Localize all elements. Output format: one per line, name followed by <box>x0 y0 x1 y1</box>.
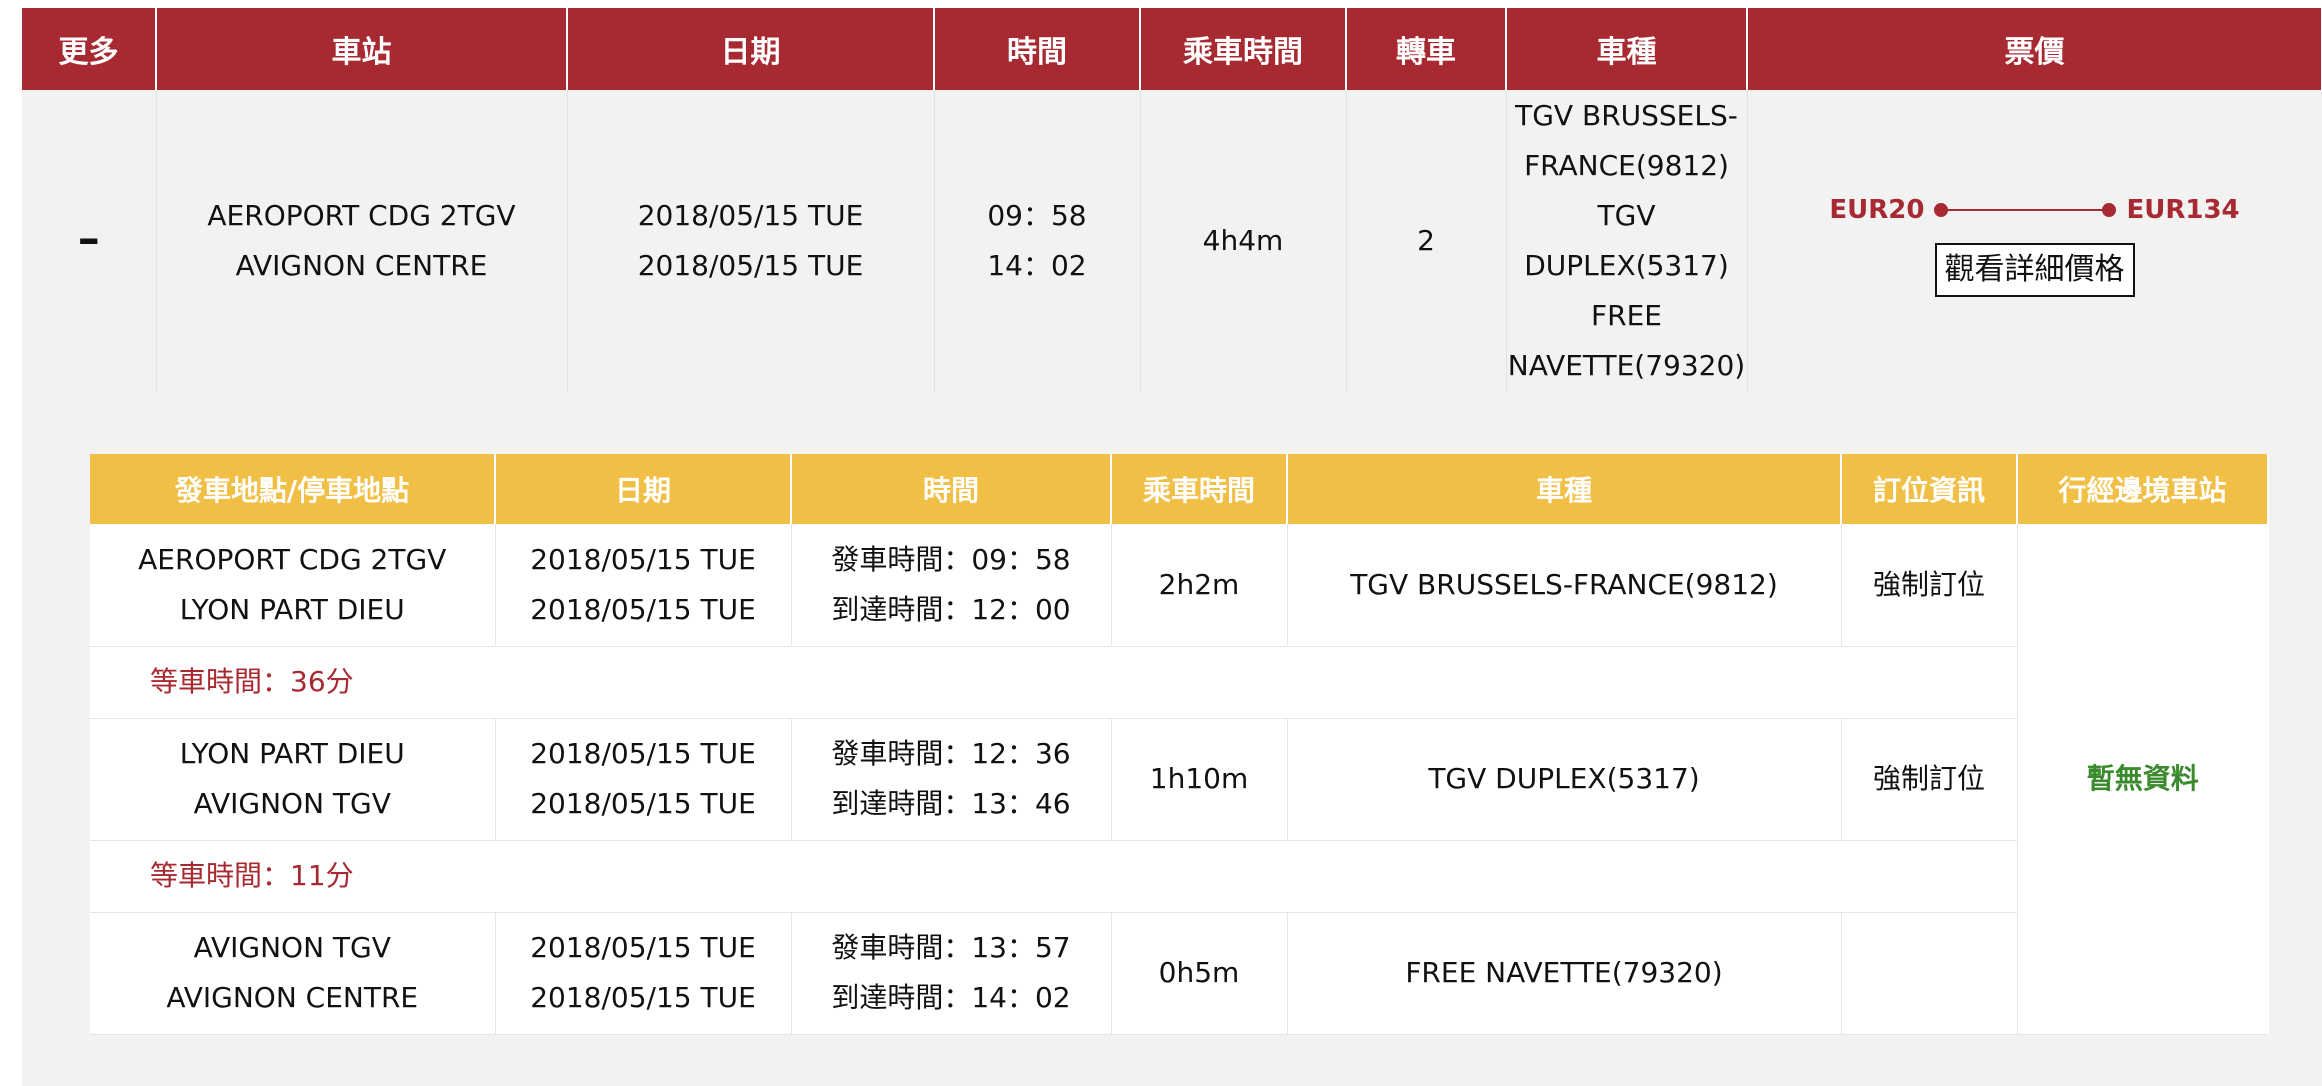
wait-row: 等車時間：11分 <box>90 840 2268 913</box>
fare-cell: EUR20 EUR134 觀看詳細價格 <box>1747 90 2322 392</box>
segment-to: LYON PART DIEU <box>179 592 405 626</box>
header-border-station: 行經邊境車站 <box>2017 454 2269 524</box>
segment-dates: 2018/05/15 TUE 2018/05/15 TUE <box>495 912 792 1035</box>
segment-dates: 2018/05/15 TUE 2018/05/15 TUE <box>495 524 792 647</box>
time-cell: 09：58 14：02 <box>934 90 1141 392</box>
segment-table: 發車地點/停車地點 日期 時間 乘車時間 車種 訂位資訊 行經邊境車站 AERO… <box>90 454 2269 1035</box>
view-fare-details-button[interactable]: 觀看詳細價格 <box>1934 243 2135 297</box>
price-range: EUR20 EUR134 <box>1829 185 2239 235</box>
more-cell: – <box>22 90 157 392</box>
arrival-time: 14：02 <box>987 249 1087 282</box>
header-more: 更多 <box>22 8 157 90</box>
header-duration: 乘車時間 <box>1140 8 1347 90</box>
header-segment-date: 日期 <box>495 454 792 524</box>
price-max: EUR134 <box>2126 195 2240 225</box>
segment-depart-time: 發車時間：12：36 <box>831 737 1071 770</box>
border-station-cell: 暫無資料 <box>2017 524 2268 1035</box>
wait-row: 等車時間：36分 <box>90 646 2268 719</box>
results-header-row: 更多 車站 日期 時間 乘車時間 轉車 車種 票價 <box>22 8 2322 90</box>
header-time: 時間 <box>934 8 1141 90</box>
segment-booking: 強制訂位 <box>1841 718 2018 841</box>
segment-date-arrive: 2018/05/15 TUE <box>530 787 756 820</box>
header-station: 車站 <box>156 8 568 90</box>
segment-row: LYON PART DIEU AVIGNON TGV 2018/05/15 TU… <box>90 718 2268 841</box>
wait-time: 等車時間：11分 <box>90 840 2018 913</box>
segment-arrive-time: 到達時間：13：46 <box>831 787 1071 820</box>
segment-train: TGV BRUSSELS-FRANCE(9812) <box>1287 524 1842 647</box>
price-range-line <box>1934 203 2117 217</box>
header-transfers: 轉車 <box>1346 8 1507 90</box>
segment-duration: 2h2m <box>1111 524 1288 647</box>
results-table: 更多 車站 日期 時間 乘車時間 轉車 車種 票價 – AEROPORT CDG… <box>22 8 2322 392</box>
train-line-1: TGV BRUSSELS- <box>1515 99 1738 132</box>
segment-booking: 強制訂位 <box>1841 524 2018 647</box>
segment-from: AVIGNON TGV <box>193 931 391 964</box>
train-line-2: FRANCE(9812) <box>1524 149 1729 182</box>
departure-date: 2018/05/15 TUE <box>637 199 864 232</box>
segment-date-arrive: 2018/05/15 TUE <box>530 981 756 1014</box>
journey-row: – AEROPORT CDG 2TGV AVIGNON CENTRE 2018/… <box>22 90 2322 392</box>
duration-cell: 4h4m <box>1140 90 1347 392</box>
arrival-date: 2018/05/15 TUE <box>637 249 864 282</box>
segment-arrive-time: 到達時間：12：00 <box>831 592 1071 626</box>
segment-depart-time: 發車時間：13：57 <box>831 931 1071 964</box>
destination-station: AVIGNON CENTRE <box>235 249 488 282</box>
segment-duration: 0h5m <box>1111 912 1288 1035</box>
segment-stations: AVIGNON TGV AVIGNON CENTRE <box>90 912 496 1035</box>
segment-to: AVIGNON CENTRE <box>166 981 419 1014</box>
segment-arrive-time: 到達時間：14：02 <box>831 981 1071 1014</box>
train-line-6: NAVETTE(79320) <box>1507 349 1746 382</box>
segment-times: 發車時間：13：57 到達時間：14：02 <box>791 912 1112 1035</box>
segment-header-row: 發車地點/停車地點 日期 時間 乘車時間 車種 訂位資訊 行經邊境車站 <box>90 454 2269 524</box>
segment-date-depart: 2018/05/15 TUE <box>530 737 756 770</box>
segment-stations: LYON PART DIEU AVIGNON TGV <box>90 718 496 841</box>
station-cell: AEROPORT CDG 2TGV AVIGNON CENTRE <box>156 90 568 392</box>
segment-row: AVIGNON TGV AVIGNON CENTRE 2018/05/15 TU… <box>90 912 2268 1035</box>
train-line-4: DUPLEX(5317) <box>1524 249 1729 282</box>
segment-times: 發車時間：09：58 到達時間：12：00 <box>791 524 1112 647</box>
header-date: 日期 <box>567 8 935 90</box>
segment-date-depart: 2018/05/15 TUE <box>530 542 756 576</box>
origin-station: AEROPORT CDG 2TGV <box>207 199 516 232</box>
segment-duration: 1h10m <box>1111 718 1288 841</box>
segment-train: TGV DUPLEX(5317) <box>1287 718 1842 841</box>
transfers-cell: 2 <box>1346 90 1507 392</box>
header-segment-time: 時間 <box>791 454 1112 524</box>
train-type-cell: TGV BRUSSELS- FRANCE(9812) TGV DUPLEX(53… <box>1506 90 1748 392</box>
header-segment-duration: 乘車時間 <box>1111 454 1288 524</box>
collapse-toggle-button[interactable]: – <box>59 213 119 264</box>
wait-time: 等車時間：36分 <box>90 646 2018 719</box>
header-booking-info: 訂位資訊 <box>1841 454 2018 524</box>
price-min-dot <box>1934 203 1949 217</box>
header-from-to: 發車地點/停車地點 <box>90 454 496 524</box>
train-line-3: TGV <box>1597 199 1656 232</box>
price-max-dot <box>2102 203 2117 217</box>
segment-times: 發車時間：12：36 到達時間：13：46 <box>791 718 1112 841</box>
segment-date-arrive: 2018/05/15 TUE <box>530 592 756 626</box>
header-segment-train: 車種 <box>1287 454 1842 524</box>
segment-from: LYON PART DIEU <box>179 737 405 770</box>
segment-booking <box>1841 912 2018 1035</box>
segment-row: AEROPORT CDG 2TGV LYON PART DIEU 2018/05… <box>90 524 2268 1035</box>
price-min: EUR20 <box>1829 195 1925 225</box>
journey-detail-panel: 發車地點/停車地點 日期 時間 乘車時間 車種 訂位資訊 行經邊境車站 AERO… <box>22 392 2322 1086</box>
segment-date-depart: 2018/05/15 TUE <box>530 931 756 964</box>
departure-time: 09：58 <box>987 199 1087 232</box>
date-cell: 2018/05/15 TUE 2018/05/15 TUE <box>567 90 935 392</box>
header-fare: 票價 <box>1747 8 2322 90</box>
segment-stations: AEROPORT CDG 2TGV LYON PART DIEU <box>90 524 496 647</box>
fare-wrapper: EUR20 EUR134 觀看詳細價格 <box>1748 185 2322 297</box>
segment-train: FREE NAVETTE(79320) <box>1287 912 1842 1035</box>
segment-dates: 2018/05/15 TUE 2018/05/15 TUE <box>495 718 792 841</box>
segment-to: AVIGNON TGV <box>193 787 391 820</box>
train-line-5: FREE <box>1591 299 1662 332</box>
segment-from: AEROPORT CDG 2TGV <box>138 542 447 576</box>
segment-depart-time: 發車時間：09：58 <box>831 542 1071 576</box>
header-train-type: 車種 <box>1506 8 1748 90</box>
